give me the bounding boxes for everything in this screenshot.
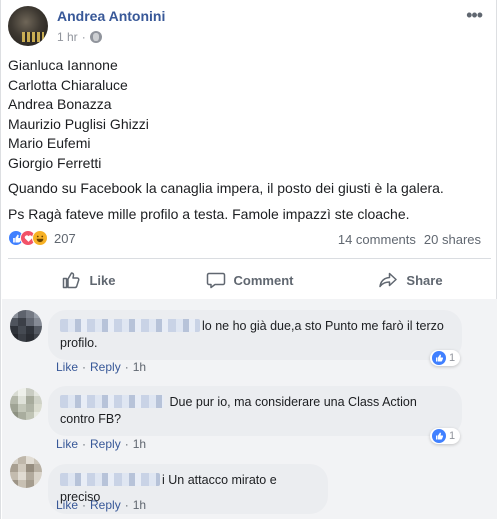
tagged-name: Giorgio Ferretti — [8, 154, 102, 171]
commenter-avatar[interactable] — [10, 388, 42, 420]
comment-prefix: i — [162, 473, 165, 487]
divider — [8, 258, 491, 259]
commenter-avatar[interactable] — [10, 456, 42, 488]
share-button[interactable]: Share — [330, 262, 491, 298]
comment-bubble: Due pur io, ma considerare una Class Act… — [48, 386, 462, 436]
comment-actions: Like · Reply · 1h — [56, 437, 147, 451]
tagged-name: Mario Eufemi — [8, 135, 91, 151]
comment-like-badge[interactable]: 1 — [430, 350, 461, 366]
ellipsis-icon[interactable]: ••• — [466, 5, 483, 26]
post-paragraph: Quando su Facebook la canaglia impera, i… — [8, 180, 444, 196]
comment-time[interactable]: 1h — [133, 437, 146, 451]
like-reaction-icon — [432, 351, 446, 365]
share-button-label: Share — [406, 272, 443, 288]
comments-section: lo ne ho già due,a sto Punto me farò il … — [2, 299, 497, 519]
comment-like-badge[interactable]: 1 — [430, 428, 461, 444]
globe-icon[interactable] — [89, 31, 102, 43]
commenter-avatar[interactable] — [10, 310, 42, 342]
comment-like-link[interactable]: Like — [56, 437, 78, 451]
comment-bubble: lo ne ho già due,a sto Punto me farò il … — [48, 310, 462, 360]
comment-actions: Like · Reply · 1h — [56, 498, 147, 512]
post-meta: 1 hr · — [57, 30, 102, 44]
post-paragraph: Ps Ragà fateve mille profilo a testa. Fa… — [8, 205, 410, 222]
like-button-label: Like — [89, 272, 116, 288]
comment-like-link[interactable]: Like — [56, 360, 78, 374]
reaction-count: 207 — [54, 230, 76, 246]
shares-count[interactable]: 20 shares — [424, 232, 481, 247]
author-avatar[interactable] — [8, 6, 48, 46]
comment-reply-link[interactable]: Reply — [90, 498, 121, 512]
author-name[interactable]: Andrea Antonini — [57, 8, 165, 24]
commenter-name-blurred[interactable] — [60, 395, 164, 408]
post-action-bar: Like Comment Share — [8, 262, 491, 298]
comment-time[interactable]: 1h — [133, 360, 146, 374]
comment-reply-link[interactable]: Reply — [90, 437, 121, 451]
comment-icon — [206, 272, 225, 289]
comment-time[interactable]: 1h — [133, 498, 146, 512]
comment-actions: Like · Reply · 1h — [56, 360, 147, 374]
commenter-name-blurred[interactable] — [60, 473, 160, 486]
tagged-name: Gianluca Iannone — [8, 57, 118, 73]
facebook-post: Andrea Antonini 1 hr · ••• Gianluca Iann… — [0, 0, 497, 519]
tagged-name: Andrea Bonazza — [8, 96, 112, 112]
commenter-name-blurred[interactable] — [60, 319, 200, 332]
share-arrow-icon — [379, 272, 398, 288]
comment-like-link[interactable]: Like — [56, 498, 78, 512]
engagement-counts: 14 comments 20 shares — [338, 232, 481, 247]
comment-button[interactable]: Comment — [169, 262, 330, 298]
comment-reply-link[interactable]: Reply — [90, 360, 121, 374]
thumbs-up-icon — [63, 272, 81, 289]
haha-reaction-icon — [32, 230, 48, 246]
tagged-name: Carlotta Chiaraluce — [8, 76, 128, 93]
like-reaction-icon — [432, 429, 446, 443]
like-button[interactable]: Like — [8, 262, 169, 298]
comments-count[interactable]: 14 comments — [338, 232, 416, 247]
comment-button-label: Comment — [233, 272, 294, 288]
post-time[interactable]: 1 hr — [57, 30, 78, 44]
comment-like-count: 1 — [449, 430, 456, 442]
tagged-name: Maurizio Puglisi Ghizzi — [8, 115, 149, 132]
post-body: Gianluca Iannone Carlotta Chiaraluce And… — [8, 56, 488, 224]
reaction-summary[interactable]: 207 — [8, 230, 76, 246]
comment-like-count: 1 — [449, 352, 456, 364]
